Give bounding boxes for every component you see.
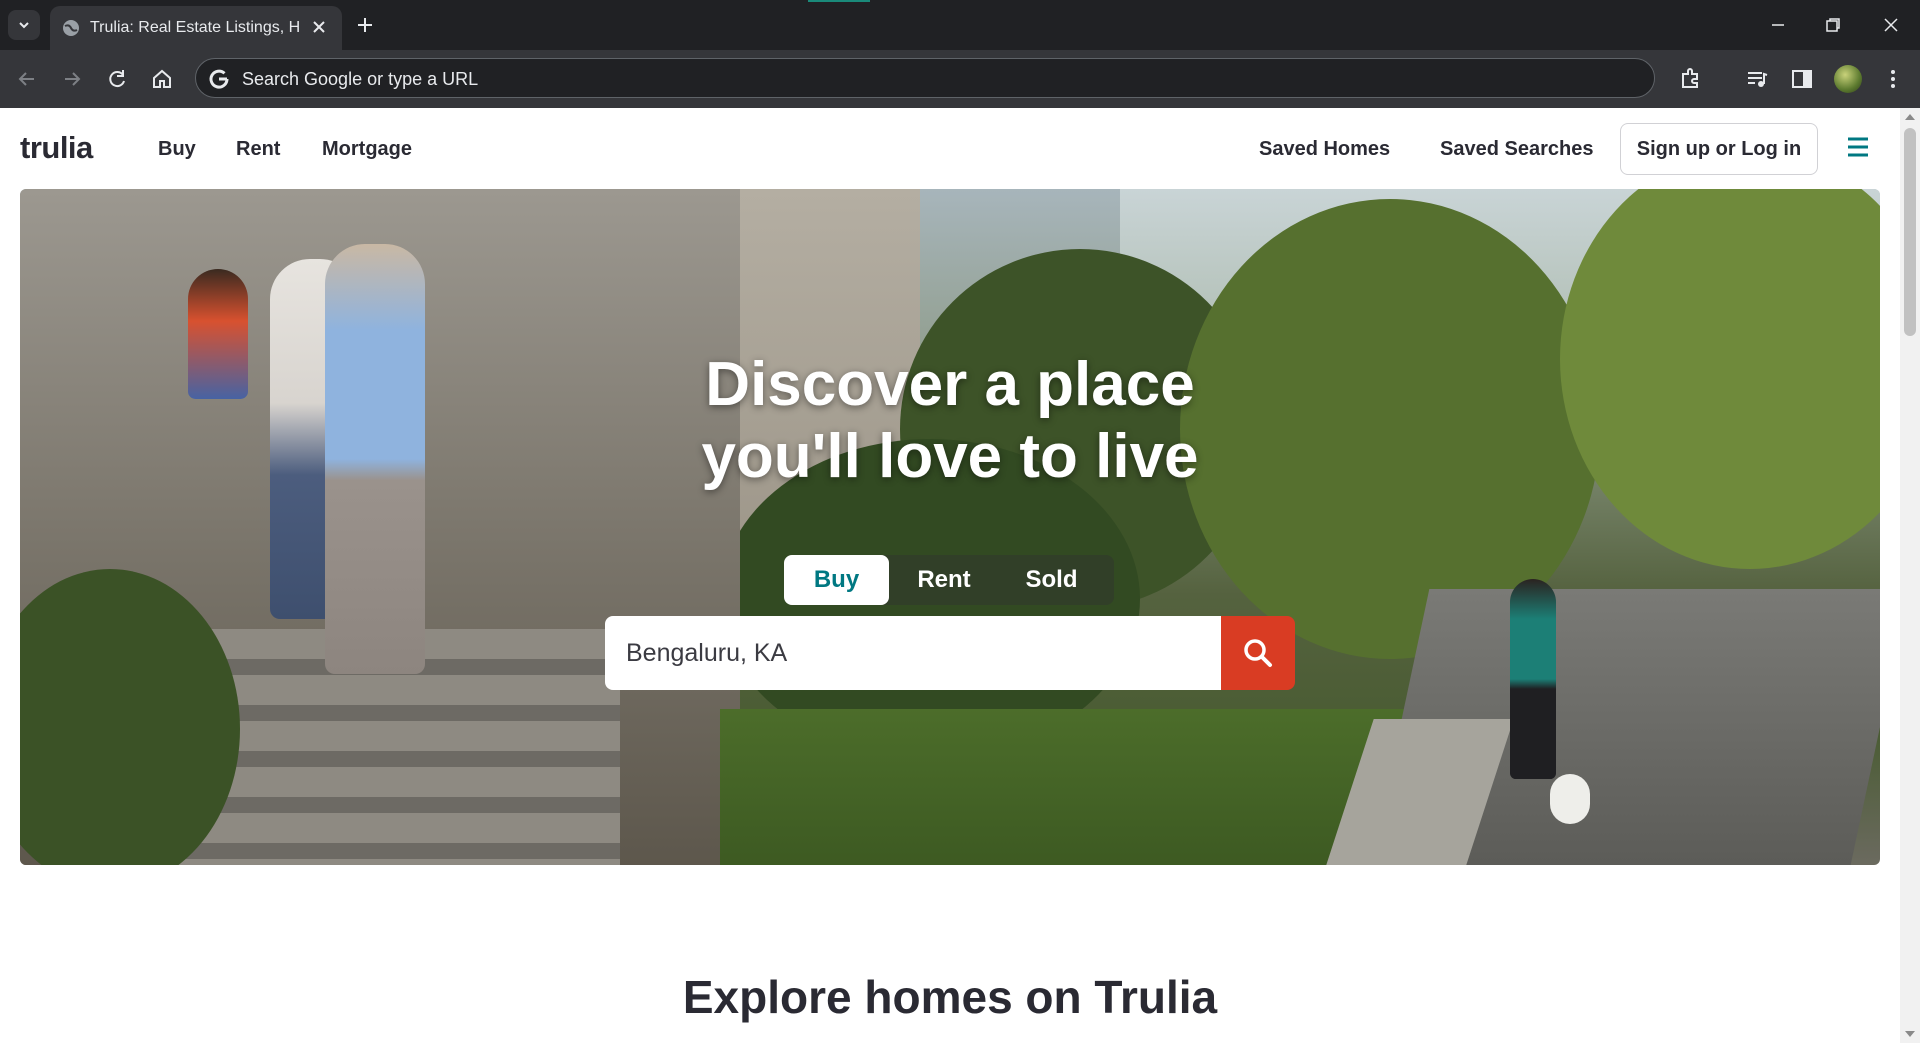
google-g-icon <box>209 69 229 89</box>
scroll-down-arrow-icon[interactable] <box>1905 1031 1915 1037</box>
profile-avatar[interactable] <box>1834 65 1862 93</box>
scroll-up-arrow-icon[interactable] <box>1905 114 1915 120</box>
minimize-icon[interactable] <box>1767 14 1789 36</box>
location-search-value: Bengaluru, KA <box>626 639 788 667</box>
search-button[interactable] <box>1221 616 1295 690</box>
address-bar[interactable]: Search Google or type a URL <box>195 58 1655 98</box>
explore-heading: Explore homes on Trulia <box>682 971 1218 1023</box>
scrollbar-thumb[interactable] <box>1904 128 1916 336</box>
search-icon <box>1244 639 1272 667</box>
hero-heading-line1: Discover a place <box>705 350 1195 419</box>
loading-indicator <box>808 0 870 2</box>
reload-icon[interactable] <box>104 66 130 92</box>
saved-homes-link[interactable]: Saved Homes <box>1259 138 1390 161</box>
tab-search-button[interactable] <box>8 10 40 40</box>
back-icon[interactable] <box>14 66 40 92</box>
nav-mortgage[interactable]: Mortgage <box>322 138 412 161</box>
browser-toolbar: Search Google or type a URL <box>0 50 1920 108</box>
saved-searches-link[interactable]: Saved Searches <box>1440 138 1593 161</box>
restore-icon[interactable] <box>1822 14 1844 36</box>
hero-banner: Discover a place you'll love to live Buy… <box>20 189 1880 865</box>
browser-tab-bar: Trulia: Real Estate Listings, Homes For … <box>0 0 1920 50</box>
hero-heading: Discover a place you'll love to live <box>20 349 1880 493</box>
tab-rent[interactable]: Rent <box>894 555 994 605</box>
address-bar-placeholder: Search Google or type a URL <box>242 69 479 89</box>
home-icon[interactable] <box>149 66 175 92</box>
close-window-icon[interactable] <box>1880 14 1902 36</box>
browser-tab[interactable]: Trulia: Real Estate Listings, Homes For … <box>50 6 342 50</box>
site-header: trulia Buy Rent Mortgage Saved Homes Sav… <box>0 108 1900 188</box>
forward-icon[interactable] <box>59 66 85 92</box>
tab-sold[interactable]: Sold <box>999 555 1104 605</box>
tab-buy[interactable]: Buy <box>784 555 889 605</box>
hero-heading-line2: you'll love to live <box>701 422 1199 491</box>
web-page: trulia Buy Rent Mortgage Saved Homes Sav… <box>0 108 1920 1043</box>
page-scrollbar[interactable] <box>1900 108 1920 1043</box>
nav-buy[interactable]: Buy <box>158 138 196 161</box>
tab-title: Trulia: Real Estate Listings, Homes For … <box>90 19 300 36</box>
side-panel-icon[interactable] <box>1789 66 1815 92</box>
globe-icon <box>63 20 79 36</box>
location-search-input[interactable]: Bengaluru, KA <box>605 616 1221 690</box>
media-queue-icon[interactable] <box>1744 66 1770 92</box>
close-tab-icon[interactable] <box>310 18 328 36</box>
signup-login-button[interactable]: Sign up or Log in <box>1620 123 1818 175</box>
trulia-logo[interactable]: trulia <box>20 130 93 166</box>
nav-rent[interactable]: Rent <box>236 138 280 161</box>
chevron-down-icon <box>19 22 29 29</box>
hamburger-menu-icon[interactable] <box>1846 136 1870 158</box>
search-type-tabs: Buy Rent Sold <box>784 555 1114 605</box>
new-tab-icon[interactable] <box>354 14 376 36</box>
extensions-icon[interactable] <box>1678 66 1704 92</box>
more-options-icon[interactable] <box>1880 66 1906 92</box>
